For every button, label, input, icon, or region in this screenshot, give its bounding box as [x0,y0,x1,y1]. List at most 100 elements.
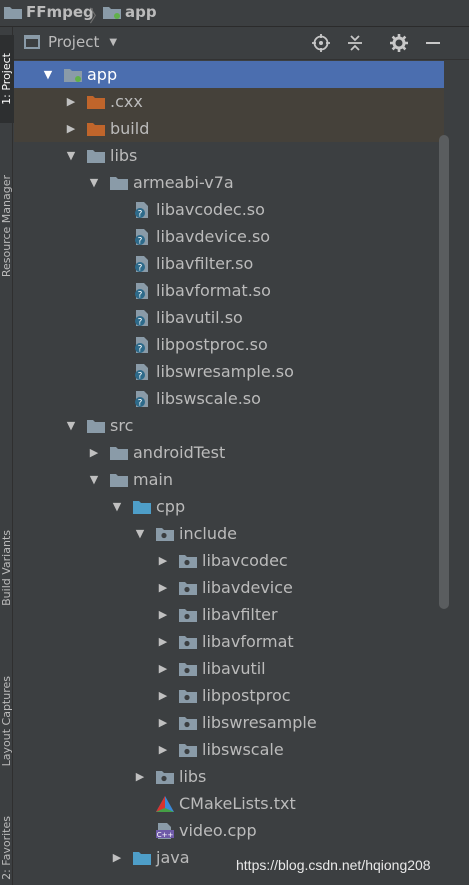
tool-tab-layout-captures-label: Layout Captures [0,675,13,767]
tree-node-video-cpp[interactable]: C++ video.cpp [14,817,444,844]
tree-node-libavutil-so[interactable]: ? libavutil.so [14,304,444,331]
tree-node-libs[interactable]: ▼ libs [14,142,444,169]
expand-arrow-right-icon[interactable]: ▶ [134,770,146,784]
tree-node-label: libpostproc [202,686,291,705]
tree-node-libavdevice-so[interactable]: ? libavdevice.so [14,223,444,250]
expand-arrow-down-icon[interactable]: ▼ [65,149,77,163]
tree-node-label: CMakeLists.txt [179,794,296,813]
expand-arrow-down-icon[interactable]: ▼ [42,68,54,82]
vertical-scrollbar[interactable] [439,135,449,609]
navigation-breadcrumb: FFmpeg 〉 app [0,0,469,27]
breadcrumb-module[interactable]: app [103,3,157,21]
tree-node-label: libavfilter.so [156,254,254,273]
svg-text:?: ? [138,317,143,327]
breadcrumb-project[interactable]: FFmpeg [4,3,94,21]
folder-icon [110,445,128,461]
tree-node-libavformat-so[interactable]: ? libavformat.so [14,277,444,304]
expand-arrow-right-icon[interactable]: ▶ [157,635,169,649]
folder-icon [110,175,128,191]
package-folder-icon [179,553,197,569]
project-tree: ▼ app ▶ .cxx ▶ build ▼ libs ▼ armeabi-v7a? libavco… [14,61,469,885]
folder-icon [87,418,105,434]
tree-node-libavcodec-so[interactable]: ? libavcodec.so [14,196,444,223]
package-folder-icon [156,526,174,542]
tree-node-cpp[interactable]: ▼ cpp [14,493,444,520]
module-folder-icon [103,7,121,19]
tree-node-libswresample-so[interactable]: ? libswresample.so [14,358,444,385]
tree-node-libswscale[interactable]: ▶ libswscale [14,736,444,763]
expand-arrow-right-icon[interactable]: ▶ [157,689,169,703]
svg-text:?: ? [138,398,143,408]
svg-text:?: ? [138,236,143,246]
tree-node-cxx[interactable]: ▶ .cxx [14,88,444,115]
tree-node-label: libavdevice.so [156,227,271,246]
tree-node-libswscale-so[interactable]: ? libswscale.so [14,385,444,412]
tree-node-label: libavformat [202,632,294,651]
tree-node-libpostproc[interactable]: ▶ libpostproc [14,682,444,709]
expand-arrow-right-icon[interactable]: ▶ [88,446,100,460]
tool-tab-build-variants-label: Build Variants [0,530,13,606]
expand-arrow-right-icon[interactable]: ▶ [157,743,169,757]
tree-node-libswresample[interactable]: ▶ libswresample [14,709,444,736]
tree-node-label: src [110,416,134,435]
expand-arrow-right-icon[interactable]: ▶ [157,554,169,568]
locate-icon[interactable] [310,33,332,53]
unknown-file-icon: ? [133,309,151,327]
settings-gear-icon[interactable] [388,33,410,53]
tree-node-include[interactable]: ▼ include [14,520,444,547]
package-folder-icon [179,715,197,731]
cmake-icon [156,795,174,812]
tree-node-armeabi-v7a[interactable]: ▼ armeabi-v7a [14,169,444,196]
expand-arrow-down-icon[interactable]: ▼ [134,527,146,541]
expand-arrow-down-icon[interactable]: ▼ [111,500,123,514]
tree-node-label: libs [110,146,138,165]
unknown-file-icon: ? [133,228,151,246]
package-folder-icon [179,607,197,623]
tree-node-libavdevice[interactable]: ▶ libavdevice [14,574,444,601]
tree-node-label: libavdevice [202,578,293,597]
tree-node-label: java [156,848,190,867]
tree-node-build[interactable]: ▶ build [14,115,444,142]
tree-node-cmakelists-txt[interactable]: CMakeLists.txt [14,790,444,817]
cpp-file-icon: C++ [156,822,174,839]
project-panel-header: Project ▼ [14,27,469,60]
tree-node-libpostproc-so[interactable]: ? libpostproc.so [14,331,444,358]
view-selector-dropdown[interactable]: Project ▼ [24,33,117,51]
tree-node-label: video.cpp [179,821,257,840]
expand-arrow-right-icon[interactable]: ▶ [157,608,169,622]
expand-arrow-right-icon[interactable]: ▶ [65,95,77,109]
expand-arrow-down-icon[interactable]: ▼ [88,176,100,190]
collapse-all-icon[interactable] [344,33,366,53]
expand-arrow-down-icon[interactable]: ▼ [65,419,77,433]
expand-arrow-down-icon[interactable]: ▼ [88,473,100,487]
hide-minimize-icon[interactable] [422,33,444,53]
tree-node-libavcodec[interactable]: ▶ libavcodec [14,547,444,574]
tree-node-libavformat[interactable]: ▶ libavformat [14,628,444,655]
project-window-icon [24,35,40,49]
svg-text:?: ? [138,344,143,354]
tree-node-label: libswscale [202,740,284,759]
tree-node-app[interactable]: ▼ app [14,61,444,88]
expand-arrow-right-icon[interactable]: ▶ [65,122,77,136]
svg-text:?: ? [138,209,143,219]
unknown-file-icon: ? [133,363,151,381]
tree-node-libavfilter[interactable]: ▶ libavfilter [14,601,444,628]
tree-node-label: libpostproc.so [156,335,268,354]
tree-node-libavutil[interactable]: ▶ libavutil [14,655,444,682]
expand-arrow-right-icon[interactable]: ▶ [111,851,123,865]
package-folder-icon [179,688,197,704]
tree-node-label: libs [179,767,207,786]
expand-arrow-right-icon[interactable]: ▶ [157,662,169,676]
package-folder-icon [179,661,197,677]
source-folder-icon [133,499,151,515]
tree-node-libs[interactable]: ▶ libs [14,763,444,790]
tree-node-src[interactable]: ▼ src [14,412,444,439]
tree-node-androidtest[interactable]: ▶ androidTest [14,439,444,466]
tree-node-main[interactable]: ▼ main [14,466,444,493]
expand-arrow-right-icon[interactable]: ▶ [157,716,169,730]
tree-node-libavfilter-so[interactable]: ? libavfilter.so [14,250,444,277]
expand-arrow-right-icon[interactable]: ▶ [157,581,169,595]
